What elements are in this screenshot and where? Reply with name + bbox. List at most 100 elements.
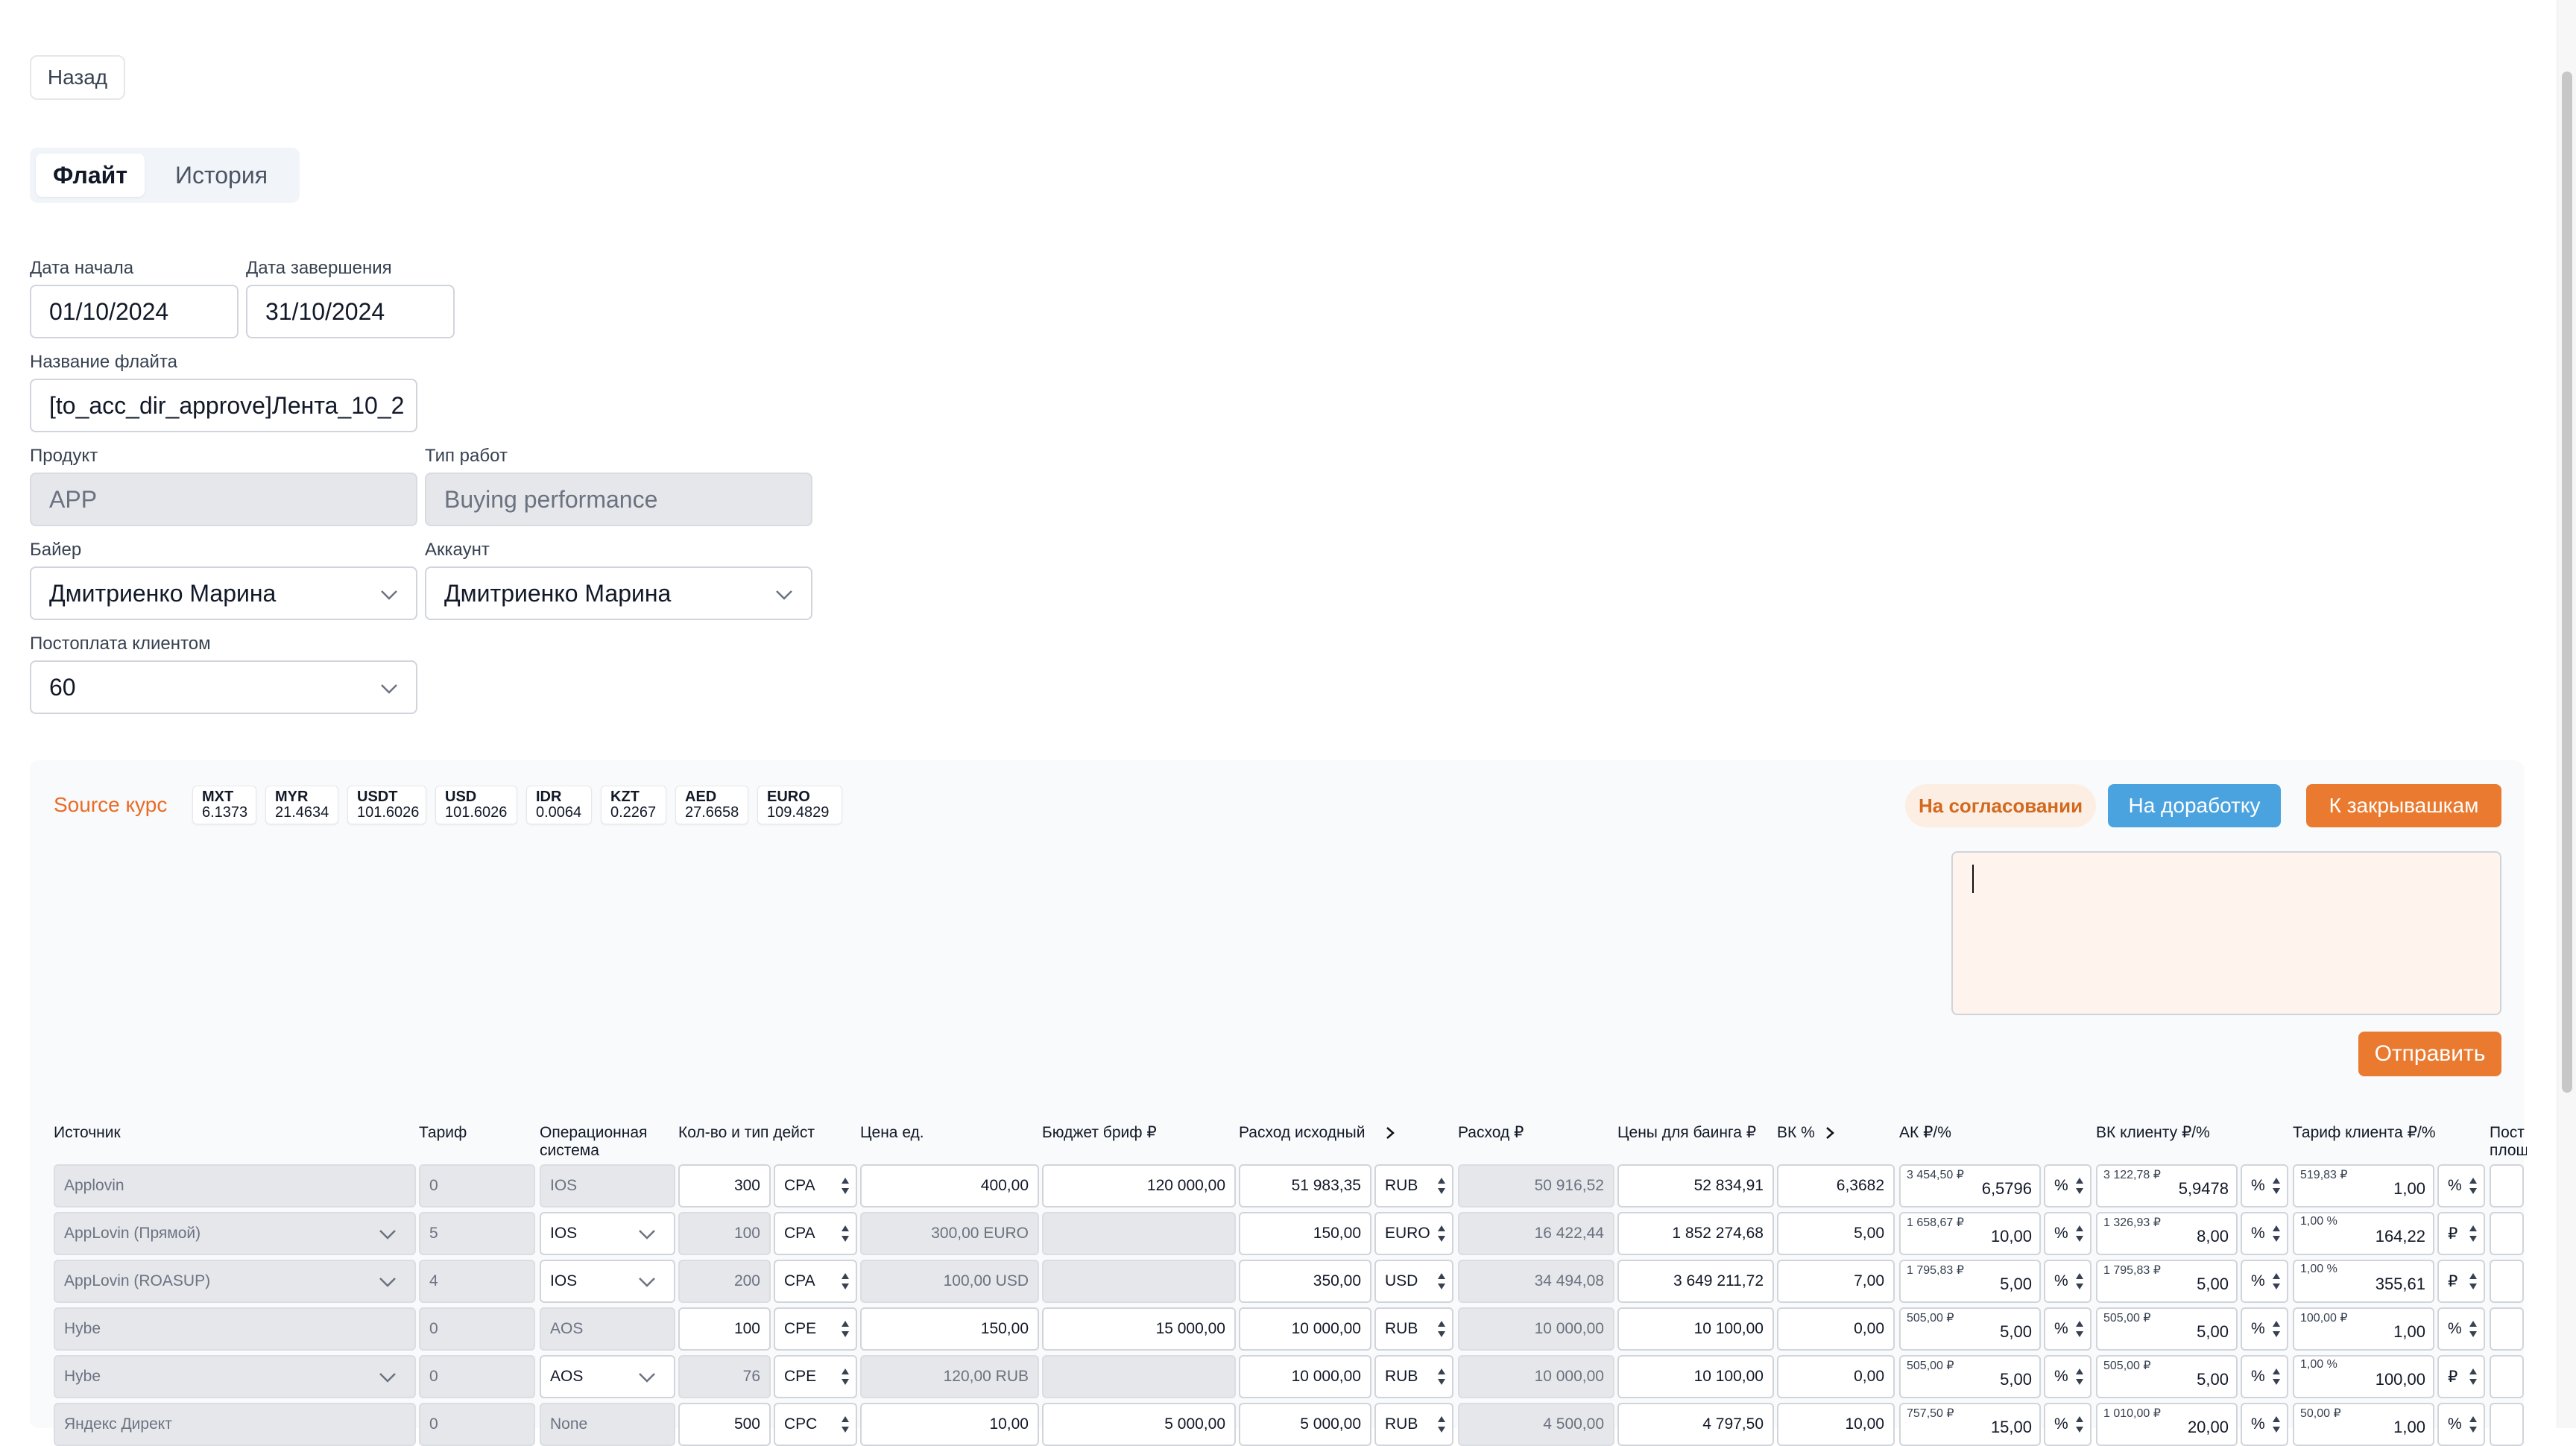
updown-icon[interactable]	[2075, 1270, 2084, 1292]
currency-cell[interactable]: RUB	[1374, 1307, 1453, 1351]
currency-cell[interactable]: RUB	[1374, 1403, 1453, 1446]
action-type-cell[interactable]: CPA	[774, 1212, 857, 1255]
spend-orig-cell[interactable]: 10 000,00	[1239, 1355, 1371, 1398]
vk-client-unit-cell[interactable]: %	[2241, 1212, 2288, 1255]
updown-icon[interactable]	[2272, 1366, 2281, 1388]
vk-cell[interactable]: 7,00	[1777, 1260, 1895, 1303]
ak-cell[interactable]: 3 454,50 ₽ 6,5796	[1899, 1164, 2041, 1207]
budget-cell[interactable]: 120 000,00	[1042, 1164, 1236, 1207]
buying-price-cell[interactable]: 1 852 274,68	[1617, 1212, 1774, 1255]
post-cell[interactable]	[2490, 1164, 2524, 1207]
account-select[interactable]: Дмитриенко Марина	[425, 566, 812, 620]
vk-cell[interactable]: 0,00	[1777, 1307, 1895, 1351]
vertical-scrollbar[interactable]	[2557, 0, 2576, 1428]
updown-icon[interactable]	[1437, 1318, 1446, 1340]
client-tariff-unit-cell[interactable]: %	[2437, 1403, 2485, 1446]
send-button[interactable]: Отправить	[2358, 1032, 2501, 1076]
post-cell[interactable]	[2490, 1212, 2524, 1255]
buying-price-cell[interactable]: 10 100,00	[1617, 1355, 1774, 1398]
start-date-input[interactable]: 01/10/2024	[30, 285, 239, 338]
updown-icon[interactable]	[2272, 1222, 2281, 1245]
chevron-right-icon[interactable]	[1825, 1125, 1835, 1140]
qty-cell[interactable]: 300	[678, 1164, 771, 1207]
rework-button[interactable]: На доработку	[2108, 784, 2281, 827]
chevron-right-icon[interactable]	[1385, 1125, 1395, 1140]
scrollbar-thumb[interactable]	[2562, 72, 2572, 1093]
updown-icon[interactable]	[2469, 1175, 2478, 1197]
updown-icon[interactable]	[841, 1222, 850, 1245]
client-tariff-unit-cell[interactable]: ₽	[2437, 1260, 2485, 1303]
ak-unit-cell[interactable]: %	[2044, 1355, 2092, 1398]
updown-icon[interactable]	[2272, 1175, 2281, 1197]
updown-icon[interactable]	[2469, 1318, 2478, 1340]
end-date-input[interactable]: 31/10/2024	[246, 285, 455, 338]
client-tariff-cell[interactable]: 1,00 % 164,22	[2293, 1212, 2434, 1255]
ak-unit-cell[interactable]: %	[2044, 1164, 2092, 1207]
updown-icon[interactable]	[2075, 1222, 2084, 1245]
flight-name-input[interactable]: [to_acc_dir_approve]Лента_10_2	[30, 379, 417, 432]
buying-price-cell[interactable]: 3 649 211,72	[1617, 1260, 1774, 1303]
ak-cell[interactable]: 1 658,67 ₽ 10,00	[1899, 1212, 2041, 1255]
updown-icon[interactable]	[841, 1366, 850, 1388]
vk-cell[interactable]: 10,00	[1777, 1403, 1895, 1446]
updown-icon[interactable]	[1437, 1175, 1446, 1197]
ak-cell[interactable]: 505,00 ₽ 5,00	[1899, 1355, 2041, 1398]
ak-unit-cell[interactable]: %	[2044, 1212, 2092, 1255]
vk-client-unit-cell[interactable]: %	[2241, 1307, 2288, 1351]
currency-cell[interactable]: EURO	[1374, 1212, 1453, 1255]
client-tariff-cell[interactable]: 50,00 ₽ 1,00	[2293, 1403, 2434, 1446]
updown-icon[interactable]	[2469, 1413, 2478, 1436]
action-type-cell[interactable]: CPC	[774, 1403, 857, 1446]
buying-price-cell[interactable]: 4 797,50	[1617, 1403, 1774, 1446]
comment-textarea[interactable]	[1951, 851, 2501, 1015]
source-cell[interactable]: Hybe	[54, 1355, 416, 1398]
vk-client-unit-cell[interactable]: %	[2241, 1164, 2288, 1207]
post-cell[interactable]	[2490, 1355, 2524, 1398]
buyer-select[interactable]: Дмитриенко Марина	[30, 566, 417, 620]
tab-history[interactable]: История	[151, 154, 292, 197]
spend-orig-cell[interactable]: 150,00	[1239, 1212, 1371, 1255]
updown-icon[interactable]	[2075, 1413, 2084, 1436]
updown-icon[interactable]	[2075, 1175, 2084, 1197]
vk-cell[interactable]: 6,3682	[1777, 1164, 1895, 1207]
client-tariff-cell[interactable]: 519,83 ₽ 1,00	[2293, 1164, 2434, 1207]
spend-orig-cell[interactable]: 10 000,00	[1239, 1307, 1371, 1351]
vk-client-cell[interactable]: 505,00 ₽ 5,00	[2096, 1355, 2238, 1398]
ak-unit-cell[interactable]: %	[2044, 1403, 2092, 1446]
updown-icon[interactable]	[2075, 1366, 2084, 1388]
budget-cell[interactable]: 15 000,00	[1042, 1307, 1236, 1351]
updown-icon[interactable]	[2469, 1270, 2478, 1292]
client-tariff-cell[interactable]: 1,00 % 100,00	[2293, 1355, 2434, 1398]
client-tariff-unit-cell[interactable]: ₽	[2437, 1212, 2485, 1255]
updown-icon[interactable]	[1437, 1413, 1446, 1436]
client-tariff-unit-cell[interactable]: ₽	[2437, 1355, 2485, 1398]
action-type-cell[interactable]: CPE	[774, 1307, 857, 1351]
updown-icon[interactable]	[1437, 1270, 1446, 1292]
updown-icon[interactable]	[841, 1175, 850, 1197]
updown-icon[interactable]	[2272, 1270, 2281, 1292]
spend-orig-cell[interactable]: 350,00	[1239, 1260, 1371, 1303]
updown-icon[interactable]	[2075, 1318, 2084, 1340]
vk-cell[interactable]: 0,00	[1777, 1355, 1895, 1398]
to-closing-button[interactable]: К закрывашкам	[2306, 784, 2501, 827]
client-tariff-cell[interactable]: 100,00 ₽ 1,00	[2293, 1307, 2434, 1351]
unit-price-cell[interactable]: 10,00	[860, 1403, 1039, 1446]
currency-cell[interactable]: RUB	[1374, 1164, 1453, 1207]
postpay-select[interactable]: 60	[30, 660, 417, 714]
action-type-cell[interactable]: CPE	[774, 1355, 857, 1398]
updown-icon[interactable]	[841, 1318, 850, 1340]
updown-icon[interactable]	[2469, 1222, 2478, 1245]
updown-icon[interactable]	[841, 1413, 850, 1436]
source-cell[interactable]: AppLovin (ROASUP)	[54, 1260, 416, 1303]
source-cell[interactable]: AppLovin (Прямой)	[54, 1212, 416, 1255]
ak-cell[interactable]: 1 795,83 ₽ 5,00	[1899, 1260, 2041, 1303]
os-cell[interactable]: AOS	[540, 1355, 675, 1398]
updown-icon[interactable]	[841, 1270, 850, 1292]
updown-icon[interactable]	[2272, 1413, 2281, 1436]
ak-unit-cell[interactable]: %	[2044, 1260, 2092, 1303]
ak-cell[interactable]: 757,50 ₽ 15,00	[1899, 1403, 2041, 1446]
post-cell[interactable]	[2490, 1403, 2524, 1446]
unit-price-cell[interactable]: 150,00	[860, 1307, 1039, 1351]
currency-cell[interactable]: RUB	[1374, 1355, 1453, 1398]
vk-client-cell[interactable]: 3 122,78 ₽ 5,9478	[2096, 1164, 2238, 1207]
